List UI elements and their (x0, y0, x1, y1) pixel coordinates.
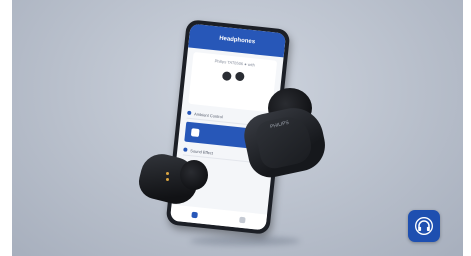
headphones-app-icon (408, 210, 440, 242)
headphones-icon (415, 217, 433, 235)
floor-shadow (190, 236, 300, 246)
product-scene (12, 0, 463, 256)
left-earbud-tip (180, 160, 208, 190)
charging-contacts (166, 172, 169, 175)
